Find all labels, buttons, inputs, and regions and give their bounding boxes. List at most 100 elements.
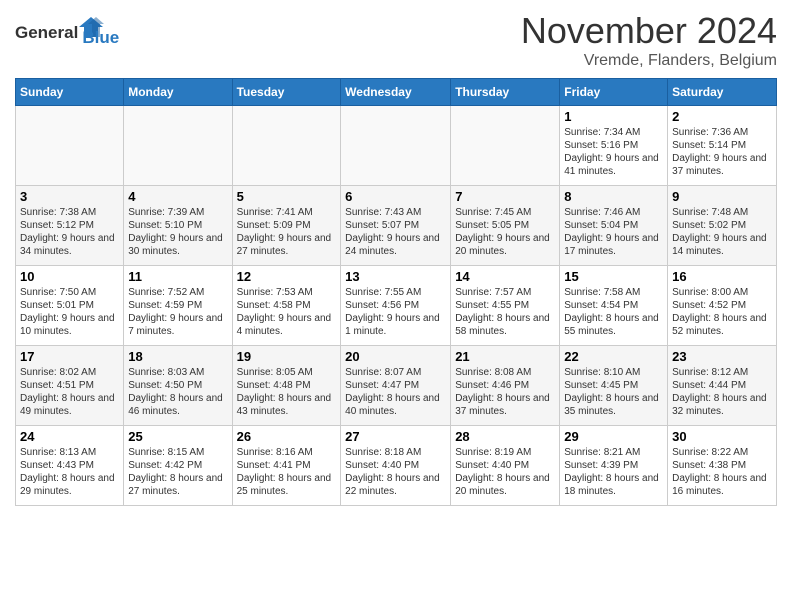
calendar-cell: 7 Sunrise: 7:45 AM Sunset: 5:05 PM Daylig… bbox=[451, 186, 560, 266]
day-info: Sunrise: 8:22 AM Sunset: 4:38 PM Dayligh… bbox=[672, 446, 772, 498]
day-info: Sunrise: 8:03 AM Sunset: 4:50 PM Dayligh… bbox=[128, 366, 227, 418]
header-monday: Monday bbox=[124, 79, 232, 106]
day-number: 10 bbox=[20, 269, 119, 284]
day-number: 4 bbox=[128, 189, 227, 204]
title-section: November 2024 Vremde, Flanders, Belgium bbox=[521, 10, 777, 70]
day-number: 15 bbox=[564, 269, 663, 284]
calendar-cell: 19Sunrise: 8:05 AM Sunset: 4:48 PM Dayli… bbox=[232, 346, 341, 426]
logo-general: General bbox=[15, 23, 78, 42]
day-info: Sunrise: 7:43 AM Sunset: 5:07 PM Dayligh… bbox=[345, 206, 446, 258]
day-info: Sunrise: 7:45 AM Sunset: 5:05 PM Dayligh… bbox=[455, 206, 555, 258]
calendar-cell: 21 Sunrise: 8:08 AM Sunset: 4:46 PM Dayli… bbox=[451, 346, 560, 426]
calendar-week-2: 10Sunrise: 7:50 AM Sunset: 5:01 PM Dayli… bbox=[16, 266, 777, 346]
calendar-cell: 24 Sunrise: 8:13 AM Sunset: 4:43 PM Dayli… bbox=[16, 426, 124, 506]
page-header: General Blue November 2024 Vremde, Fland… bbox=[15, 10, 777, 70]
day-info: Sunrise: 7:57 AM Sunset: 4:55 PM Dayligh… bbox=[455, 286, 555, 338]
calendar-cell: 14 Sunrise: 7:57 AM Sunset: 4:55 PM Dayli… bbox=[451, 266, 560, 346]
page-container: General Blue November 2024 Vremde, Fland… bbox=[0, 0, 792, 516]
day-info: Sunrise: 7:36 AM Sunset: 5:14 PM Dayligh… bbox=[672, 126, 772, 178]
day-number: 1 bbox=[564, 109, 663, 124]
calendar-cell: 25Sunrise: 8:15 AM Sunset: 4:42 PM Dayli… bbox=[124, 426, 232, 506]
day-info: Sunrise: 7:53 AM Sunset: 4:58 PM Dayligh… bbox=[237, 286, 337, 338]
day-info: Sunrise: 8:00 AM Sunset: 4:52 PM Dayligh… bbox=[672, 286, 772, 338]
day-info: Sunrise: 8:19 AM Sunset: 4:40 PM Dayligh… bbox=[455, 446, 555, 498]
day-info: Sunrise: 8:10 AM Sunset: 4:45 PM Dayligh… bbox=[564, 366, 663, 418]
day-info: Sunrise: 7:41 AM Sunset: 5:09 PM Dayligh… bbox=[237, 206, 337, 258]
calendar-cell: 27 Sunrise: 8:18 AM Sunset: 4:40 PM Dayli… bbox=[341, 426, 451, 506]
calendar-cell: 9 Sunrise: 7:48 AM Sunset: 5:02 PM Daylig… bbox=[668, 186, 777, 266]
calendar-cell: 5 Sunrise: 7:41 AM Sunset: 5:09 PM Daylig… bbox=[232, 186, 341, 266]
day-info: Sunrise: 8:07 AM Sunset: 4:47 PM Dayligh… bbox=[345, 366, 446, 418]
day-number: 20 bbox=[345, 349, 446, 364]
calendar-cell: 8 Sunrise: 7:46 AM Sunset: 5:04 PM Daylig… bbox=[560, 186, 668, 266]
calendar-cell bbox=[232, 106, 341, 186]
day-number: 9 bbox=[672, 189, 772, 204]
header-friday: Friday bbox=[560, 79, 668, 106]
calendar-cell: 16 Sunrise: 8:00 AM Sunset: 4:52 PM Dayli… bbox=[668, 266, 777, 346]
day-number: 3 bbox=[20, 189, 119, 204]
month-title: November 2024 bbox=[521, 10, 777, 52]
day-info: Sunrise: 7:46 AM Sunset: 5:04 PM Dayligh… bbox=[564, 206, 663, 258]
calendar-cell: 2 Sunrise: 7:36 AM Sunset: 5:14 PM Daylig… bbox=[668, 106, 777, 186]
day-number: 22 bbox=[564, 349, 663, 364]
calendar-body: 1 Sunrise: 7:34 AM Sunset: 5:16 PM Daylig… bbox=[16, 106, 777, 506]
day-info: Sunrise: 7:58 AM Sunset: 4:54 PM Dayligh… bbox=[564, 286, 663, 338]
header-tuesday: Tuesday bbox=[232, 79, 341, 106]
calendar-cell: 29Sunrise: 8:21 AM Sunset: 4:39 PM Dayli… bbox=[560, 426, 668, 506]
day-number: 23 bbox=[672, 349, 772, 364]
day-info: Sunrise: 7:48 AM Sunset: 5:02 PM Dayligh… bbox=[672, 206, 772, 258]
header-wednesday: Wednesday bbox=[341, 79, 451, 106]
day-number: 26 bbox=[237, 429, 337, 444]
day-number: 30 bbox=[672, 429, 772, 444]
calendar-table: Sunday Monday Tuesday Wednesday Thursday… bbox=[15, 78, 777, 506]
calendar-cell: 15 Sunrise: 7:58 AM Sunset: 4:54 PM Dayli… bbox=[560, 266, 668, 346]
day-info: Sunrise: 7:38 AM Sunset: 5:12 PM Dayligh… bbox=[20, 206, 119, 258]
day-number: 8 bbox=[564, 189, 663, 204]
day-info: Sunrise: 8:16 AM Sunset: 4:41 PM Dayligh… bbox=[237, 446, 337, 498]
day-number: 21 bbox=[455, 349, 555, 364]
calendar-cell bbox=[124, 106, 232, 186]
calendar-cell bbox=[16, 106, 124, 186]
calendar-cell: 4 Sunrise: 7:39 AM Sunset: 5:10 PM Daylig… bbox=[124, 186, 232, 266]
day-info: Sunrise: 8:02 AM Sunset: 4:51 PM Dayligh… bbox=[20, 366, 119, 418]
day-info: Sunrise: 7:39 AM Sunset: 5:10 PM Dayligh… bbox=[128, 206, 227, 258]
day-number: 12 bbox=[237, 269, 337, 284]
calendar-cell: 17Sunrise: 8:02 AM Sunset: 4:51 PM Dayli… bbox=[16, 346, 124, 426]
calendar-cell: 20 Sunrise: 8:07 AM Sunset: 4:47 PM Dayli… bbox=[341, 346, 451, 426]
day-number: 18 bbox=[128, 349, 227, 364]
day-number: 13 bbox=[345, 269, 446, 284]
day-number: 16 bbox=[672, 269, 772, 284]
calendar-cell: 10Sunrise: 7:50 AM Sunset: 5:01 PM Dayli… bbox=[16, 266, 124, 346]
day-number: 6 bbox=[345, 189, 446, 204]
day-number: 27 bbox=[345, 429, 446, 444]
day-info: Sunrise: 8:13 AM Sunset: 4:43 PM Dayligh… bbox=[20, 446, 119, 498]
header-saturday: Saturday bbox=[668, 79, 777, 106]
calendar-week-3: 17Sunrise: 8:02 AM Sunset: 4:51 PM Dayli… bbox=[16, 346, 777, 426]
header-sunday: Sunday bbox=[16, 79, 124, 106]
day-number: 11 bbox=[128, 269, 227, 284]
day-number: 14 bbox=[455, 269, 555, 284]
day-info: Sunrise: 7:55 AM Sunset: 4:56 PM Dayligh… bbox=[345, 286, 446, 338]
calendar-cell: 11 Sunrise: 7:52 AM Sunset: 4:59 PM Dayli… bbox=[124, 266, 232, 346]
day-number: 29 bbox=[564, 429, 663, 444]
day-number: 2 bbox=[672, 109, 772, 124]
logo-blue: Blue bbox=[82, 28, 119, 48]
day-number: 25 bbox=[128, 429, 227, 444]
calendar-cell bbox=[341, 106, 451, 186]
calendar-week-1: 3 Sunrise: 7:38 AM Sunset: 5:12 PM Daylig… bbox=[16, 186, 777, 266]
calendar-cell: 18 Sunrise: 8:03 AM Sunset: 4:50 PM Dayli… bbox=[124, 346, 232, 426]
calendar-cell: 1 Sunrise: 7:34 AM Sunset: 5:16 PM Daylig… bbox=[560, 106, 668, 186]
calendar-cell: 12 Sunrise: 7:53 AM Sunset: 4:58 PM Dayli… bbox=[232, 266, 341, 346]
day-info: Sunrise: 7:34 AM Sunset: 5:16 PM Dayligh… bbox=[564, 126, 663, 178]
calendar-week-4: 24 Sunrise: 8:13 AM Sunset: 4:43 PM Dayli… bbox=[16, 426, 777, 506]
day-info: Sunrise: 8:08 AM Sunset: 4:46 PM Dayligh… bbox=[455, 366, 555, 418]
day-number: 24 bbox=[20, 429, 119, 444]
day-info: Sunrise: 8:18 AM Sunset: 4:40 PM Dayligh… bbox=[345, 446, 446, 498]
day-number: 5 bbox=[237, 189, 337, 204]
day-info: Sunrise: 8:05 AM Sunset: 4:48 PM Dayligh… bbox=[237, 366, 337, 418]
day-info: Sunrise: 7:52 AM Sunset: 4:59 PM Dayligh… bbox=[128, 286, 227, 338]
day-info: Sunrise: 8:12 AM Sunset: 4:44 PM Dayligh… bbox=[672, 366, 772, 418]
day-number: 7 bbox=[455, 189, 555, 204]
calendar-cell: 3 Sunrise: 7:38 AM Sunset: 5:12 PM Daylig… bbox=[16, 186, 124, 266]
calendar-cell: 13 Sunrise: 7:55 AM Sunset: 4:56 PM Dayli… bbox=[341, 266, 451, 346]
